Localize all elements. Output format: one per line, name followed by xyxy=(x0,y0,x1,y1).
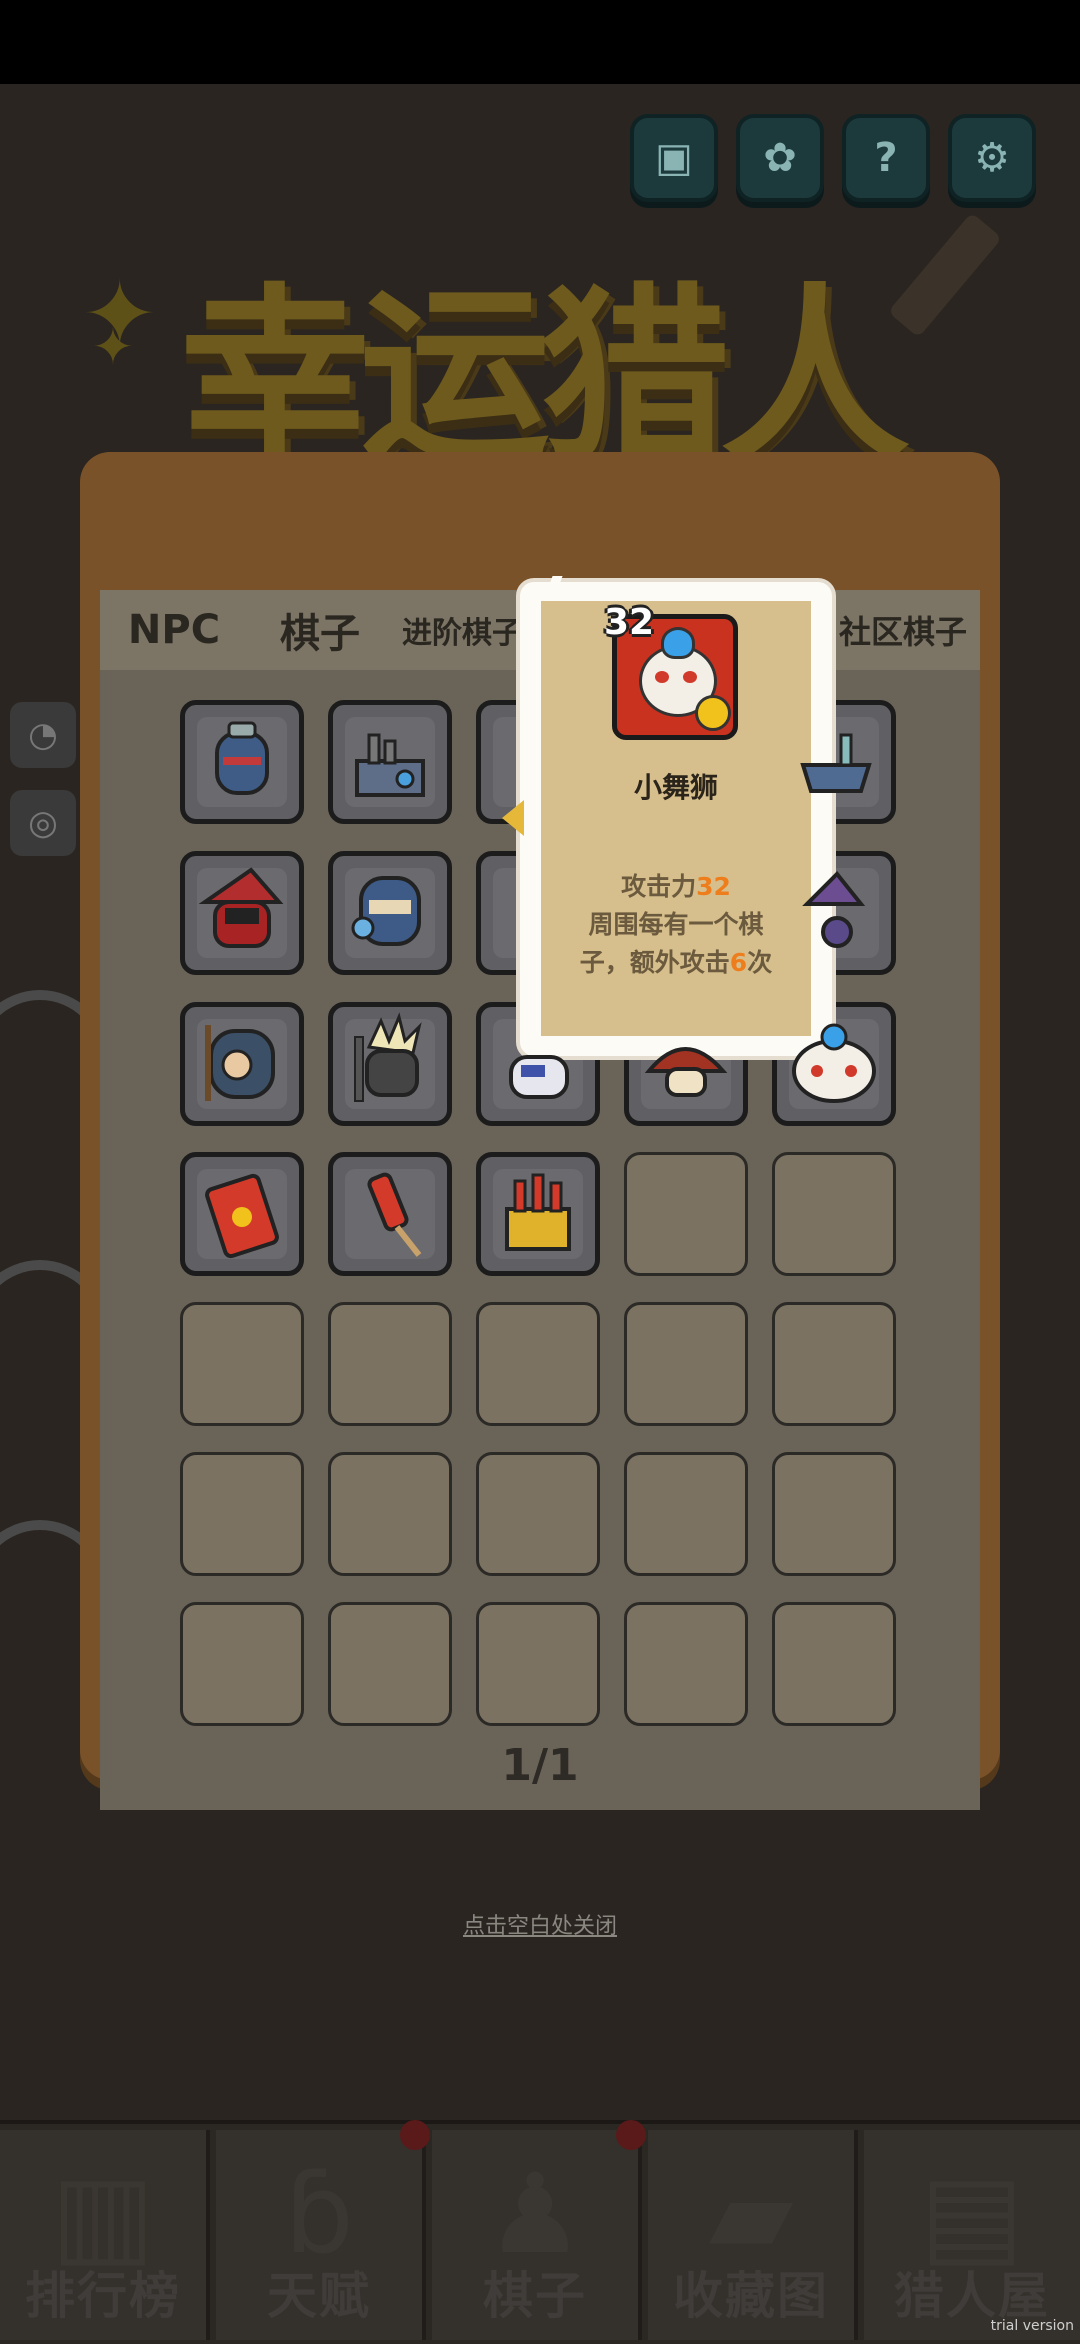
desc-line-1: 周围每有一个棋 xyxy=(588,910,764,939)
piece-slot[interactable] xyxy=(180,1002,304,1126)
notification-dot xyxy=(616,2120,646,2150)
notification-dot xyxy=(400,2120,430,2150)
factory-piece-icon xyxy=(355,733,425,797)
tab-advanced-pieces[interactable]: 进阶棋子 xyxy=(392,608,532,652)
empty-slot[interactable] xyxy=(328,1452,452,1576)
empty-slot[interactable] xyxy=(180,1452,304,1576)
empty-slot[interactable] xyxy=(476,1302,600,1426)
nav-label: 收藏图 xyxy=(673,2267,829,2325)
piece-slot[interactable] xyxy=(180,700,304,824)
gear-icon: ⚙ xyxy=(974,135,1010,181)
piece-slot[interactable] xyxy=(772,700,896,824)
piece-slot[interactable] xyxy=(772,1002,896,1126)
desc-line-2-suffix: 次 xyxy=(747,948,773,977)
firecracker-piece-icon xyxy=(367,1172,422,1257)
empty-slot[interactable] xyxy=(624,1152,748,1276)
desc-line-2-prefix: 子，额外攻击 xyxy=(579,948,730,977)
empty-slot[interactable] xyxy=(180,1602,304,1726)
tab-community-pieces[interactable]: 社区棋子 xyxy=(828,607,978,653)
nav-leaderboard[interactable]: ▥ 排行榜 xyxy=(0,2130,210,2340)
settings-button[interactable]: ⚙ xyxy=(948,114,1036,202)
nav-collection[interactable]: ▰ 收藏图 xyxy=(648,2130,858,2340)
empty-slot[interactable] xyxy=(624,1302,748,1426)
help-icon: ? xyxy=(874,135,898,181)
qq-icon[interactable]: ◔ xyxy=(10,702,76,768)
save-icon: ▣ xyxy=(655,135,693,181)
piece-slot[interactable] xyxy=(624,1002,748,1126)
piece-slot[interactable] xyxy=(328,700,452,824)
boat-piece-icon xyxy=(800,733,872,793)
piece-slot[interactable] xyxy=(180,851,304,975)
steam-icon[interactable]: ◎ xyxy=(10,790,76,856)
nav-label: 棋子 xyxy=(483,2267,587,2325)
nav-label: 排行榜 xyxy=(25,2267,181,2325)
robot-piece-icon xyxy=(509,1055,569,1099)
attack-label: 攻击力 xyxy=(621,872,697,901)
blue-ninja-piece-icon xyxy=(351,876,421,946)
save-button[interactable]: ▣ xyxy=(630,114,718,202)
empty-slot[interactable] xyxy=(772,1302,896,1426)
empty-slot[interactable] xyxy=(328,1302,452,1426)
piece-slot[interactable] xyxy=(180,1152,304,1276)
swordsman-piece-icon xyxy=(354,1012,422,1102)
help-button[interactable]: ? xyxy=(842,114,930,202)
flower-icon: ✿ xyxy=(763,135,797,181)
extra-attack-count: 6 xyxy=(729,948,748,977)
empty-slot[interactable] xyxy=(772,1602,896,1726)
empty-slot[interactable] xyxy=(476,1452,600,1576)
empty-slot[interactable] xyxy=(772,1452,896,1576)
piece-slot[interactable] xyxy=(328,851,452,975)
red-envelope-piece-icon xyxy=(205,1173,279,1259)
empty-slot[interactable] xyxy=(624,1452,748,1576)
tab-npc[interactable]: NPC xyxy=(100,607,248,653)
flower-button[interactable]: ✿ xyxy=(736,114,824,202)
nav-pieces[interactable]: ♟ 棋子 xyxy=(432,2130,642,2340)
empty-slot[interactable] xyxy=(180,1302,304,1426)
empty-slot[interactable] xyxy=(772,1152,896,1276)
piece-slot[interactable] xyxy=(328,1152,452,1276)
lion-dance-piece-icon xyxy=(792,1023,876,1103)
empty-slot[interactable] xyxy=(328,1602,452,1726)
fireworks-box-piece-icon xyxy=(505,1173,571,1251)
purple-witch-piece-icon xyxy=(802,871,866,948)
nav-talent[interactable]: ɓ 天赋 xyxy=(216,2130,426,2340)
close-hint[interactable]: 点击空白处关闭 xyxy=(0,1908,1080,1940)
page-indicator: 1/1 xyxy=(501,1740,579,1791)
nav-label: 天赋 xyxy=(267,2267,371,2325)
piece-slot[interactable] xyxy=(328,1002,452,1126)
nav-hunter-house[interactable]: ▤ 猎人屋 xyxy=(864,2130,1080,2340)
trial-watermark: trial version xyxy=(990,2318,1074,2334)
empty-slot[interactable] xyxy=(624,1602,748,1726)
tooltip-pointer-icon xyxy=(502,800,524,836)
diver-piece-icon xyxy=(215,721,269,795)
attack-value: 32 xyxy=(696,872,731,901)
tab-pieces[interactable]: 棋子 xyxy=(248,601,392,659)
unit-name: 小舞狮 xyxy=(633,771,718,804)
piece-slot[interactable] xyxy=(476,1002,600,1126)
level-badge: 32 xyxy=(604,602,655,643)
red-mage-piece-icon xyxy=(198,867,284,948)
piece-slot[interactable] xyxy=(476,1152,600,1276)
mushroom-piece-icon xyxy=(644,1047,728,1097)
empty-slot[interactable] xyxy=(476,1602,600,1726)
unit-description: 攻击力32 周围每有一个棋 子，额外攻击6次 xyxy=(541,868,811,982)
piece-slot[interactable] xyxy=(772,851,896,975)
hooded-ranger-piece-icon xyxy=(205,1025,275,1101)
